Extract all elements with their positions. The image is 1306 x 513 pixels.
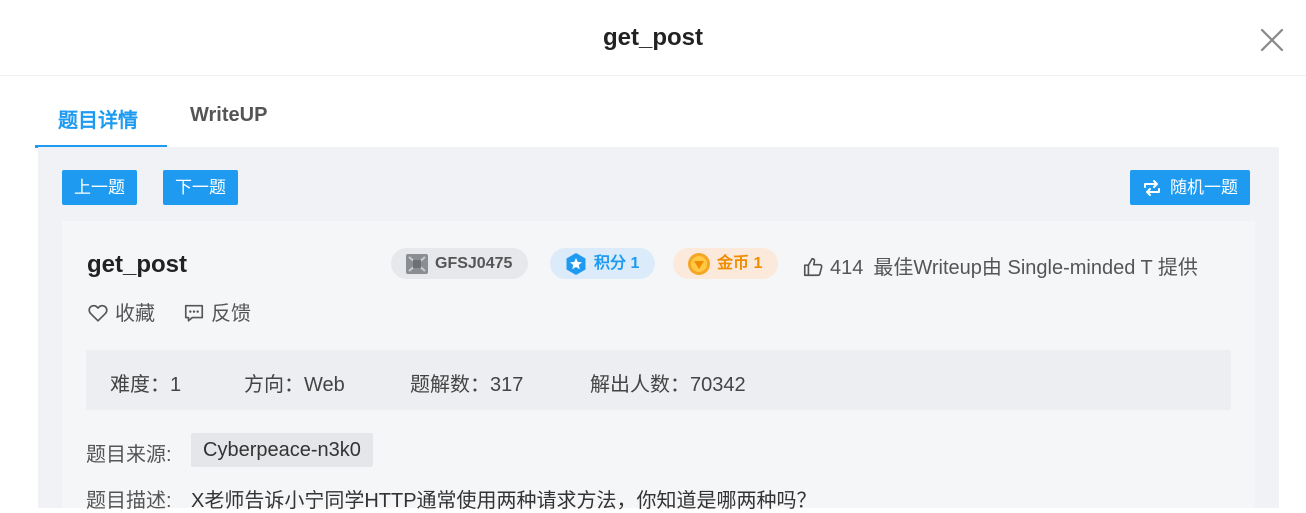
thumbs-up-icon[interactable] [802, 256, 824, 278]
score-label: 积分 1 [594, 255, 640, 272]
random-challenge-label: 随机一题 [1170, 178, 1238, 197]
solvers-stat: 解出人数：70342 [590, 374, 746, 396]
favorite-button[interactable]: 收藏 [87, 297, 155, 326]
coin-icon [688, 253, 710, 275]
source-label: 题目来源: [86, 444, 172, 466]
challenge-panel: 上一题 下一题 随机一题 get_post GFSJ0475 积分 1 金币 1… [38, 147, 1279, 512]
random-challenge-button[interactable]: 随机一题 [1130, 170, 1250, 205]
tab-writeup[interactable]: WriteUP [190, 104, 267, 127]
likes-count: 414 [830, 257, 864, 279]
solutions-stat: 题解数：317 [410, 374, 524, 396]
challenge-id: GFSJ0475 [435, 255, 513, 272]
tab-bar: 题目详情 WriteUP [35, 76, 1279, 148]
stats-bar: 难度：1 方向：Web 题解数：317 解出人数：70342 [86, 350, 1231, 410]
direction-stat: 方向：Web [244, 374, 345, 396]
description-text: X老师告诉小宁同学HTTP通常使用两种请求方法，你知道是哪两种吗？ [191, 490, 817, 512]
id-badge-icon [406, 254, 428, 274]
modal-title: get_post [602, 24, 703, 51]
difficulty-stat: 难度：1 [110, 374, 182, 396]
prev-challenge-button[interactable]: 上一题 [62, 170, 137, 205]
score-badge: 积分 1 [550, 248, 656, 279]
star-badge-icon [566, 253, 586, 275]
feedback-button[interactable]: 反馈 [183, 297, 251, 326]
likes-row: 414 最佳Writeup由 Single-minded T 提供 [802, 251, 1198, 280]
challenge-id-badge: GFSJ0475 [391, 248, 529, 279]
source-tag: Cyberpeace-n3k0 [191, 433, 373, 467]
challenge-card: get_post GFSJ0475 积分 1 金币 1 414 最佳Writeu… [62, 221, 1255, 512]
heart-icon [88, 304, 108, 322]
coin-label: 金币 1 [717, 255, 763, 272]
feedback-icon [184, 304, 204, 322]
challenge-title: get_post [87, 251, 188, 278]
next-challenge-button[interactable]: 下一题 [163, 170, 238, 205]
favorite-label: 收藏 [115, 303, 155, 325]
description-label: 题目描述: [86, 490, 172, 512]
modal-header: get_post [0, 0, 1306, 76]
best-writeup-text[interactable]: 最佳Writeup由 Single-minded T 提供 [873, 257, 1198, 279]
feedback-label: 反馈 [211, 303, 251, 325]
close-icon[interactable] [1258, 26, 1286, 54]
coin-badge: 金币 1 [673, 248, 779, 279]
shuffle-icon [1144, 180, 1160, 196]
tab-details[interactable]: 题目详情 [58, 104, 138, 133]
